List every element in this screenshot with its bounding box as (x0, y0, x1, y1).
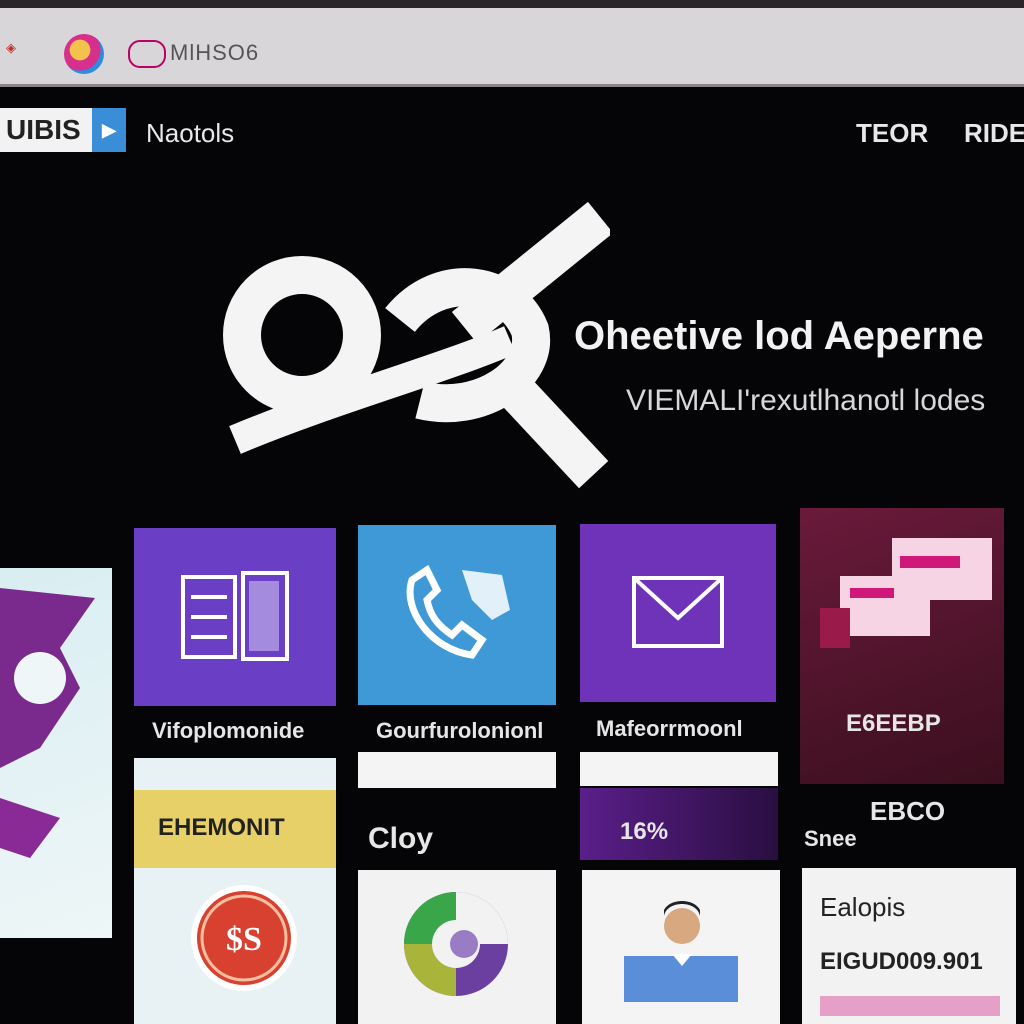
clop-label[interactable]: Cloy (368, 822, 433, 856)
tile-files[interactable] (134, 528, 336, 706)
browser-logo-icon[interactable] (64, 34, 104, 74)
tile-chat[interactable]: E6EEBP (800, 508, 1004, 784)
nav-link-right-2[interactable]: RIDE (964, 118, 1024, 149)
tile-files-label: Vifoplomonide (152, 718, 305, 743)
hero-logo-icon (223, 201, 610, 489)
mail-icon (632, 576, 724, 648)
tile-chat-label: E6EEBP (846, 710, 941, 737)
tile-left-partial[interactable] (0, 568, 112, 938)
nav-link-right-1[interactable]: TEOR (856, 118, 928, 149)
info-card-numbers: EIGUD009.901 (820, 948, 983, 975)
file-icon (181, 571, 289, 661)
brand-logo[interactable]: UIBIS ▶ (0, 108, 126, 152)
tile-mail-label: Mafeorrmoonl (596, 716, 743, 741)
tile-video[interactable]: 16% (580, 788, 778, 860)
chat-icon (820, 538, 992, 648)
info-card-title: Ealopis (820, 892, 906, 922)
top-nav: UIBIS ▶ Naotols TEOR RIDE (0, 106, 1024, 156)
video-label: 16% (620, 818, 669, 845)
chrome-icon (404, 892, 508, 996)
tile-phone-label: Gourfurolonionl (376, 718, 544, 743)
bookmark-icon[interactable]: ◈ (6, 40, 36, 66)
store-label[interactable]: Snee (804, 826, 857, 852)
collage-image (0, 588, 95, 858)
banner-text: EHEMONIT (158, 814, 285, 841)
hero-subtitle: VIEMALI'rexutlhanotl lodes (626, 384, 986, 417)
tab-title[interactable]: MlHSO6 (170, 40, 259, 66)
hero-title: Oheetive lod Aeperne (574, 314, 984, 358)
nav-link-left[interactable]: Naotols (146, 118, 234, 149)
ebco-label[interactable]: EBCO (870, 796, 945, 827)
tile-phone[interactable] (358, 525, 556, 705)
browser-toolbar: ◈ MlHSO6 (0, 0, 1024, 87)
info-card-footer (820, 996, 1000, 1016)
tile-chrome[interactable] (358, 870, 556, 1024)
tile-profile[interactable] (582, 870, 780, 1024)
svg-text:$S: $S (226, 921, 262, 958)
tile-info-card[interactable]: Ealopis EIGUD009.901 (802, 868, 1016, 1024)
tile-mail[interactable] (580, 524, 776, 702)
avatar (624, 901, 738, 1002)
phone-icon (406, 564, 510, 659)
badge-icon: $S (191, 885, 297, 991)
brand-icon: ▶ (92, 108, 126, 152)
tile-white-strip-2[interactable] (580, 752, 778, 786)
tab-icon[interactable] (128, 40, 166, 68)
brand-text: UIBIS (6, 114, 81, 145)
tile-banner[interactable]: EHEMONIT $S (134, 758, 336, 1024)
tile-white-strip-1[interactable] (358, 752, 556, 788)
